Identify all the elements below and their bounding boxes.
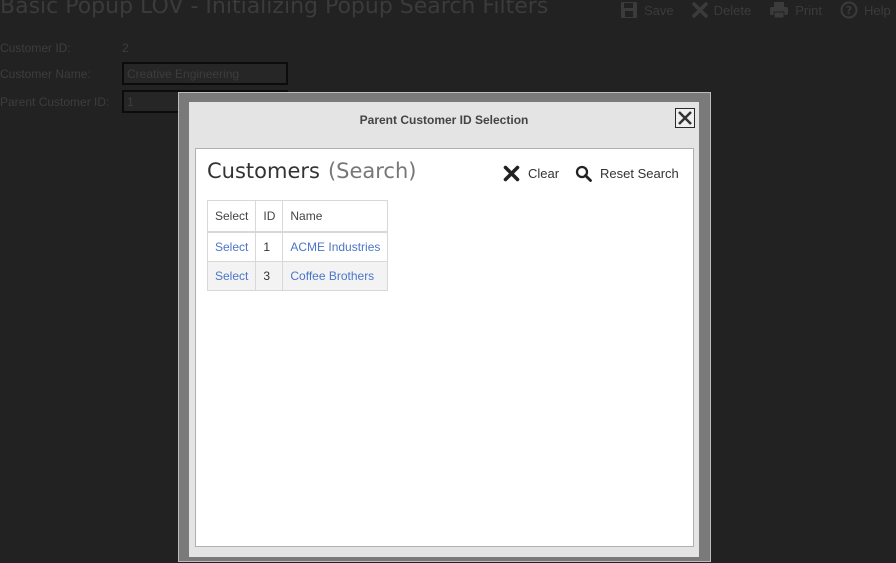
close-button[interactable] xyxy=(675,108,695,128)
name-cell: Coffee Brothers xyxy=(282,261,389,291)
dialog-titlebar[interactable]: Parent Customer ID Selection xyxy=(189,102,699,138)
table-header-row: Select ID Name xyxy=(206,200,389,233)
table-row: Select 3 Coffee Brothers xyxy=(206,261,389,291)
id-cell: 3 xyxy=(255,261,284,291)
region-subtitle: (Search) xyxy=(327,159,417,183)
customer-id-label: Customer ID: xyxy=(0,41,71,55)
help-label: Help xyxy=(863,2,891,18)
table-row: Select 1 ACME Industries xyxy=(206,231,389,262)
name-cell: ACME Industries xyxy=(282,231,389,262)
delete-icon xyxy=(691,2,708,18)
customer-name-link[interactable]: Coffee Brothers xyxy=(290,269,374,283)
help-icon: ? xyxy=(840,1,858,19)
clear-label: Clear xyxy=(528,166,560,181)
reset-search-button[interactable]: Reset Search xyxy=(575,165,679,182)
parent-customer-id-label: Parent Customer ID: xyxy=(0,95,110,109)
page-title: Basic Popup LOV - Initializing Popup Sea… xyxy=(0,0,549,19)
customer-name-label: Customer Name: xyxy=(0,67,91,81)
region-title: Customers (Search) xyxy=(207,159,417,183)
customer-name-link[interactable]: ACME Industries xyxy=(290,240,380,254)
select-cell: Select xyxy=(206,231,257,262)
toolbar: Save Delete Print ? Help xyxy=(620,0,896,20)
save-icon xyxy=(621,2,637,18)
customer-id-value: 2 xyxy=(122,41,129,55)
close-icon xyxy=(678,111,692,125)
dialog-title: Parent Customer ID Selection xyxy=(359,113,529,127)
column-header-id[interactable]: ID xyxy=(255,200,284,233)
dialog-body: Customers (Search) Clear Reset Search Sel… xyxy=(195,148,694,547)
help-button[interactable]: ? Help xyxy=(840,1,891,19)
customers-table: Select ID Name Select 1 ACME Industries … xyxy=(206,200,389,291)
print-label: Print xyxy=(795,2,822,18)
print-icon xyxy=(770,2,789,19)
clear-icon xyxy=(503,165,520,182)
delete-button[interactable]: Delete xyxy=(691,2,752,18)
id-cell: 1 xyxy=(255,231,284,262)
region-title-text: Customers xyxy=(207,159,320,183)
customer-name-field[interactable] xyxy=(122,62,288,85)
column-header-select[interactable]: Select xyxy=(206,200,257,233)
select-link[interactable]: Select xyxy=(215,240,248,254)
select-cell: Select xyxy=(206,261,257,291)
column-header-name[interactable]: Name xyxy=(282,200,389,233)
lov-dialog: Parent Customer ID Selection Customers (S… xyxy=(189,102,699,557)
svg-text:?: ? xyxy=(846,4,852,17)
save-label: Save xyxy=(644,2,674,18)
search-icon xyxy=(575,165,592,182)
clear-button[interactable]: Clear xyxy=(503,165,559,182)
print-button[interactable]: Print xyxy=(769,1,822,19)
select-link[interactable]: Select xyxy=(215,269,248,283)
save-button[interactable]: Save xyxy=(620,1,674,19)
reset-search-label: Reset Search xyxy=(600,166,679,181)
delete-label: Delete xyxy=(713,2,752,18)
